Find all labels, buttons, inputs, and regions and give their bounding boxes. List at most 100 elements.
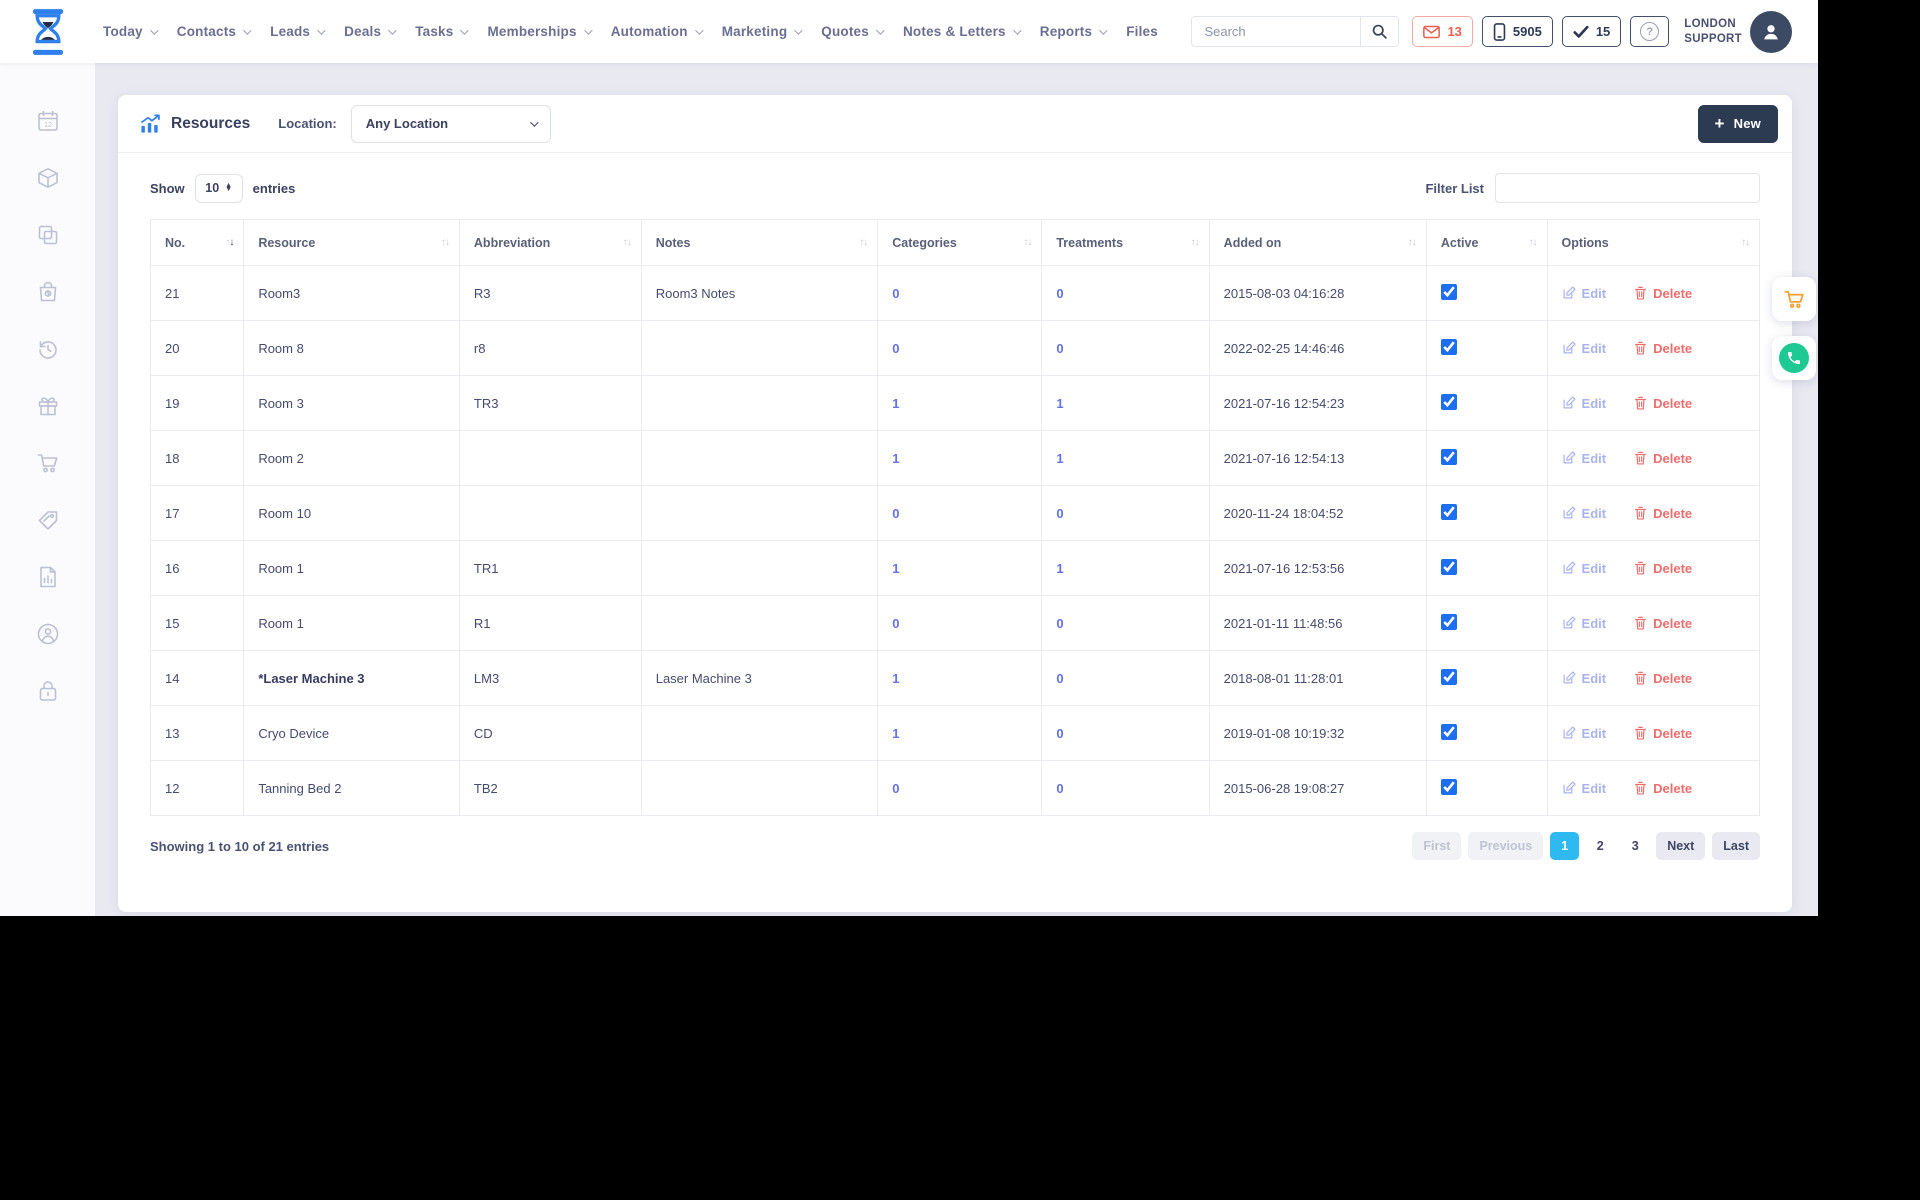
user-menu[interactable]: LONDON SUPPORT (1684, 10, 1792, 53)
sidebar-item-account[interactable] (36, 622, 60, 646)
column-header-no[interactable]: No. ↑↓ (149, 219, 245, 266)
phone-float-button[interactable] (1772, 336, 1816, 380)
sidebar-item-orders[interactable] (36, 280, 60, 304)
messages-badge[interactable]: 13 (1412, 16, 1473, 47)
categories-link[interactable]: 0 (892, 616, 899, 631)
sidebar-item-gift-vouchers[interactable] (36, 394, 60, 418)
active-checkbox[interactable] (1440, 723, 1457, 740)
column-header-notes[interactable]: Notes ↑↓ (640, 219, 879, 266)
column-header-categories[interactable]: Categories ↑↓ (877, 219, 1043, 266)
nav-item-leads[interactable]: Leads (270, 24, 326, 39)
sidebar-item-shop[interactable] (36, 451, 60, 475)
treatments-link[interactable]: 0 (1056, 671, 1063, 686)
location-select[interactable]: Any Location (350, 104, 551, 143)
nav-item-memberships[interactable]: Memberships (487, 24, 593, 39)
active-checkbox[interactable] (1440, 558, 1457, 575)
treatments-link[interactable]: 0 (1056, 616, 1063, 631)
categories-link[interactable]: 1 (892, 726, 899, 741)
search-button[interactable] (1360, 17, 1399, 46)
nav-item-automation[interactable]: Automation (611, 24, 704, 39)
active-checkbox[interactable] (1440, 613, 1457, 630)
treatments-link[interactable]: 0 (1056, 341, 1063, 356)
help-button[interactable]: ? (1630, 16, 1670, 47)
column-header-options[interactable]: Options ↑↓ (1546, 219, 1761, 266)
delete-button[interactable]: Delete (1634, 671, 1692, 686)
nav-item-deals[interactable]: Deals (344, 24, 397, 39)
cart-float-button[interactable] (1772, 277, 1816, 321)
sidebar-item-security[interactable] (36, 679, 60, 703)
categories-link[interactable]: 0 (892, 286, 899, 301)
nav-item-today[interactable]: Today (103, 24, 159, 39)
pagination-3[interactable]: 3 (1621, 832, 1649, 860)
delete-button[interactable]: Delete (1634, 286, 1692, 301)
delete-button[interactable]: Delete (1634, 506, 1692, 521)
categories-link[interactable]: 1 (892, 671, 899, 686)
page-size-select[interactable]: 10 ▲ ▼ (194, 173, 243, 203)
sidebar-item-pricing[interactable] (36, 508, 60, 532)
treatments-link[interactable]: 1 (1056, 451, 1063, 466)
delete-button[interactable]: Delete (1634, 781, 1692, 796)
phone-badge[interactable]: 5905 (1481, 16, 1553, 47)
categories-link[interactable]: 0 (892, 781, 899, 796)
edit-button[interactable]: Edit (1562, 561, 1606, 576)
pagination-next[interactable]: Next (1656, 832, 1706, 860)
nav-item-quotes[interactable]: Quotes (821, 24, 885, 39)
sidebar-item-products[interactable] (36, 166, 60, 190)
nav-item-marketing[interactable]: Marketing (722, 24, 803, 39)
edit-button[interactable]: Edit (1562, 616, 1606, 631)
treatments-link[interactable]: 0 (1056, 286, 1063, 301)
treatments-link[interactable]: 1 (1056, 396, 1063, 411)
treatments-link[interactable]: 1 (1056, 561, 1063, 576)
categories-link[interactable]: 0 (892, 506, 899, 521)
column-header-active[interactable]: Active ↑↓ (1425, 219, 1548, 266)
treatments-link[interactable]: 0 (1056, 726, 1063, 741)
active-checkbox[interactable] (1440, 393, 1457, 410)
sidebar-item-history[interactable] (36, 337, 60, 361)
nav-item-tasks[interactable]: Tasks (415, 24, 470, 39)
column-header-abbreviation[interactable]: Abbreviation ↑↓ (458, 219, 642, 266)
categories-link[interactable]: 0 (892, 341, 899, 356)
delete-button[interactable]: Delete (1634, 396, 1692, 411)
delete-button[interactable]: Delete (1634, 616, 1692, 631)
edit-button[interactable]: Edit (1562, 341, 1606, 356)
delete-button[interactable]: Delete (1634, 341, 1692, 356)
column-header-resource[interactable]: Resource ↑↓ (243, 219, 460, 266)
edit-button[interactable]: Edit (1562, 671, 1606, 686)
edit-button[interactable]: Edit (1562, 286, 1606, 301)
delete-button[interactable]: Delete (1634, 726, 1692, 741)
categories-link[interactable]: 1 (892, 451, 899, 466)
edit-button[interactable]: Edit (1562, 726, 1606, 741)
sidebar-item-calendar[interactable]: 12 (36, 109, 60, 133)
column-header-treatments[interactable]: Treatments ↑↓ (1041, 219, 1210, 266)
edit-button[interactable]: Edit (1562, 451, 1606, 466)
active-checkbox[interactable] (1440, 503, 1457, 520)
search-input[interactable] (1192, 17, 1361, 46)
treatments-link[interactable]: 0 (1056, 506, 1063, 521)
column-header-added-on[interactable]: Added on ↑↓ (1208, 219, 1427, 266)
edit-button[interactable]: Edit (1562, 396, 1606, 411)
tasks-badge[interactable]: 15 (1561, 16, 1622, 47)
active-checkbox[interactable] (1440, 448, 1457, 465)
nav-item-reports[interactable]: Reports (1040, 24, 1108, 39)
delete-button[interactable]: Delete (1634, 451, 1692, 466)
active-checkbox[interactable] (1440, 668, 1457, 685)
sidebar-item-reports[interactable] (36, 565, 60, 589)
active-checkbox[interactable] (1440, 283, 1457, 300)
nav-item-notes-letters[interactable]: Notes & Letters (903, 24, 1022, 39)
new-button[interactable]: + New (1697, 104, 1778, 143)
nav-item-files[interactable]: Files (1126, 24, 1158, 39)
pagination-1[interactable]: 1 (1550, 832, 1580, 860)
treatments-link[interactable]: 0 (1056, 781, 1063, 796)
active-checkbox[interactable] (1440, 338, 1457, 355)
pagination-2[interactable]: 2 (1586, 832, 1614, 860)
categories-link[interactable]: 1 (892, 561, 899, 576)
sidebar-item-duplicates[interactable] (36, 223, 60, 247)
app-logo[interactable] (0, 7, 95, 57)
active-checkbox[interactable] (1440, 778, 1457, 795)
edit-button[interactable]: Edit (1562, 781, 1606, 796)
pagination-last[interactable]: Last (1712, 832, 1760, 860)
filter-input[interactable] (1495, 173, 1760, 203)
categories-link[interactable]: 1 (892, 396, 899, 411)
delete-button[interactable]: Delete (1634, 561, 1692, 576)
edit-button[interactable]: Edit (1562, 506, 1606, 521)
